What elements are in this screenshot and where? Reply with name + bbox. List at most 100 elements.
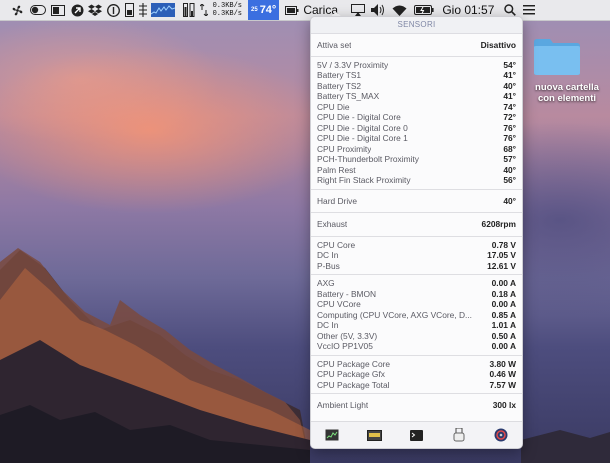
fan-icon[interactable] [6, 0, 28, 20]
sensor-row: Battery - BMON 0.18 A [317, 289, 516, 300]
terminal-icon[interactable] [408, 428, 424, 442]
temperature-small: 25 [251, 7, 258, 13]
sensor-row: Battery TS1 41° [317, 70, 516, 81]
sensor-name: CPU Proximity [317, 143, 372, 154]
set-toggle-value[interactable]: Disattivo [481, 40, 516, 51]
set-toggle-section: Attiva set Disattivo [311, 34, 522, 57]
cpu-meter-icon[interactable] [122, 0, 136, 20]
sensor-row: CPU VCore 0.00 A [317, 299, 516, 310]
sensor-row: CPU Proximity 68° [317, 144, 516, 155]
sensor-name: CPU Package Total [317, 379, 390, 390]
sensor-row: Hard Drive 40° [317, 196, 516, 207]
network-speed[interactable]: 0.3KB/s 0.3KB/s [210, 2, 242, 18]
sensor-row: CPU Die - Digital Core 0 76° [317, 123, 516, 134]
net-down-speed: 0.3KB/s [212, 10, 242, 18]
sensor-value: 76° [503, 133, 516, 143]
sensor-value: 76° [503, 122, 516, 133]
sensor-value: 40° [503, 195, 516, 206]
disk-icon[interactable] [180, 0, 198, 20]
sensor-name: VccIO PP1V05 [317, 341, 373, 351]
netspeed-icon [198, 0, 210, 20]
circle-arrow-icon[interactable] [68, 0, 86, 20]
set-toggle-label: Attiva set [317, 40, 352, 50]
folder-icon[interactable] [533, 36, 581, 76]
sensor-value: 54° [503, 59, 516, 70]
sensor-value: 17.05 V [487, 250, 516, 260]
fan-section: Exhaust 6208rpm [311, 213, 522, 237]
sensor-value: 72° [503, 112, 516, 122]
sensor-row: CPU Die - Digital Core 72° [317, 112, 516, 123]
sensors-panel: SENSORI Attiva set Disattivo 5V / 3.3V P… [310, 16, 523, 449]
sensor-name: CPU Core [317, 239, 356, 250]
sensor-name: Battery TS_MAX [317, 91, 380, 101]
voltage-section: CPU Core 0.78 V DC In 17.05 V P-Bus 12.61 V [311, 237, 522, 275]
sensor-name: Battery TS2 [317, 80, 362, 91]
temperature-badge[interactable]: 25 74° [248, 0, 280, 20]
disk-utility-icon[interactable] [493, 428, 509, 442]
sensor-row: Right Fin Stack Proximity 56° [317, 175, 516, 186]
sensor-row: CPU Core 0.78 V [317, 240, 516, 251]
sensor-row: Other (5V, 3.3V) 0.50 A [317, 331, 516, 342]
sensor-value: 0.00 A [491, 299, 516, 309]
sensor-row: P-Bus 12.61 V [317, 261, 516, 272]
sensor-name: DC In [317, 250, 339, 260]
sensor-name: Right Fin Stack Proximity [317, 175, 411, 185]
sensor-name: CPU VCore [317, 299, 361, 309]
usb-device-icon[interactable] [451, 428, 467, 442]
sensor-value: 0.50 A [491, 330, 516, 341]
info-icon[interactable] [104, 0, 122, 20]
power-section: CPU Package Core 3.80 W CPU Package Gfx 0.4… [311, 356, 522, 394]
sensor-name: CPU Package Gfx [317, 369, 385, 379]
sensor-value: 57° [503, 154, 516, 164]
sensor-name: Battery TS1 [317, 70, 362, 80]
sensor-row: Ambient Light 300 lx [317, 400, 516, 411]
current-section: AXG 0.00 A Battery - BMON 0.18 A CPU VCore 0.… [311, 275, 522, 356]
activity-graph-icon[interactable] [150, 0, 176, 20]
sensor-row: 5V / 3.3V Proximity 54° [317, 60, 516, 71]
sensor-row: AXG 0.00 A [317, 278, 516, 289]
sensor-name: CPU Die [317, 101, 350, 112]
panel-footer [311, 421, 522, 448]
menu-clock[interactable]: Gio 01:57 [442, 3, 494, 17]
cpu-graph-icon[interactable] [324, 428, 340, 442]
list-icon[interactable] [520, 0, 538, 20]
sensor-name: Exhaust [317, 219, 348, 229]
sensor-row: Computing (CPU VCore, AXG VCore, D... 0.8… [317, 310, 516, 321]
folder-label[interactable]: nuova cartella con elementi [527, 82, 607, 104]
memory-icon[interactable] [136, 0, 150, 20]
sensor-name: 5V / 3.3V Proximity [317, 59, 389, 70]
panel-title: SENSORI [311, 17, 522, 34]
sensor-name: PCH-Thunderbolt Proximity [317, 154, 419, 164]
toggle-icon[interactable] [28, 0, 48, 20]
temperature-section: 5V / 3.3V Proximity 54° Battery TS1 41° Batt… [311, 57, 522, 190]
sensor-value: 300 lx [492, 400, 516, 410]
sensor-name: Hard Drive [317, 195, 358, 206]
sensor-value: 12.61 V [487, 260, 516, 271]
sensor-name: Ambient Light [317, 400, 369, 410]
sensor-value: 74° [503, 101, 516, 112]
sensor-value: 41° [503, 70, 516, 80]
sensor-name: CPU Die - Digital Core 1 [317, 133, 408, 143]
sensor-name: CPU Die - Digital Core [317, 112, 401, 122]
temperature-value: 74° [259, 4, 277, 16]
light-section: Ambient Light 300 lx [311, 394, 522, 417]
sensor-value: 0.18 A [491, 288, 516, 299]
sensor-name: CPU Package Core [317, 358, 391, 369]
sensor-value: 0.78 V [491, 239, 516, 250]
sensor-value: 0.85 A [491, 309, 516, 320]
set-toggle-row[interactable]: Attiva set Disattivo [317, 40, 516, 51]
memory-chip-icon[interactable] [366, 428, 382, 442]
sensor-value: 40° [503, 164, 516, 175]
sensor-row: CPU Die - Digital Core 1 76° [317, 133, 516, 144]
sensor-row: CPU Die 74° [317, 102, 516, 113]
sensor-value: 68° [503, 143, 516, 154]
sensor-value: 41° [503, 91, 516, 101]
sensor-row: VccIO PP1V05 0.00 A [317, 341, 516, 352]
sensor-name: Computing (CPU VCore, AXG VCore, D... [317, 309, 472, 320]
sensor-name: CPU Die - Digital Core 0 [317, 122, 408, 133]
sensor-name: Palm Rest [317, 164, 356, 175]
sensor-row: DC In 1.01 A [317, 320, 516, 331]
display-icon[interactable] [48, 0, 68, 20]
sensor-value: 0.00 A [491, 278, 516, 288]
dropbox-icon[interactable] [86, 0, 104, 20]
